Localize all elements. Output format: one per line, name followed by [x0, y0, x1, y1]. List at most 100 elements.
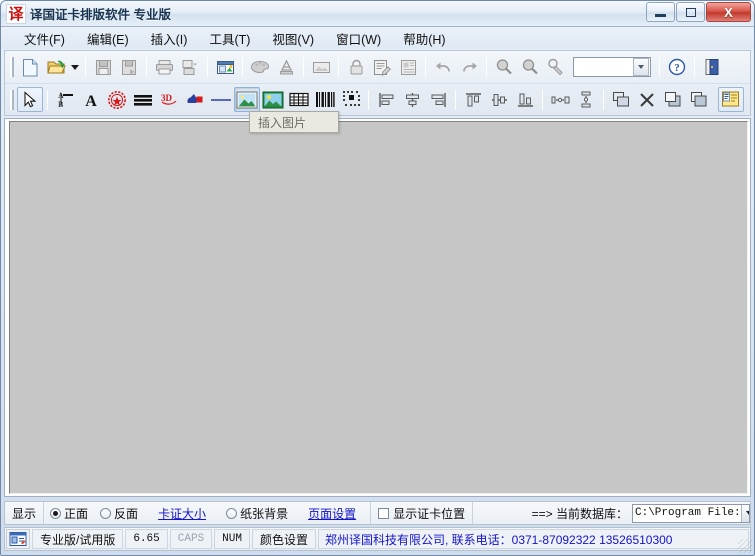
print-preview-button[interactable] — [177, 55, 203, 80]
tool-table[interactable] — [286, 87, 312, 112]
zoom-out-button[interactable] — [517, 55, 543, 80]
align-center[interactable] — [399, 87, 425, 112]
distribute-vertical[interactable] — [573, 87, 599, 112]
help-button[interactable]: ? — [664, 55, 690, 80]
align-left[interactable] — [373, 87, 399, 112]
back-radio[interactable]: 反面 — [94, 505, 144, 522]
tool-qrcode[interactable] — [338, 87, 364, 112]
select-arrow-icon — [23, 91, 37, 109]
window-title: 译国证卡排版软件 专业版 — [30, 4, 171, 23]
tool-text[interactable]: A — [78, 87, 104, 112]
undo-icon — [434, 61, 453, 74]
status-bar: 专业版/试用版 6.65 CAPS NUM 颜色设置 郑州译国科技有限公司, 联… — [4, 527, 751, 551]
tool-barcode[interactable] — [312, 87, 338, 112]
zoom-tool-icon — [547, 58, 565, 76]
image-export-button[interactable] — [308, 55, 334, 80]
toolbar-grip[interactable] — [10, 57, 14, 77]
minimize-icon — [655, 14, 666, 17]
status-edition: 专业版/试用版 — [32, 529, 123, 549]
menu-view[interactable]: 视图(V) — [261, 27, 325, 50]
three-d-icon: 3D — [159, 91, 179, 109]
redo-button[interactable] — [456, 55, 482, 80]
page-setup-link[interactable]: 页面设置 — [308, 505, 356, 522]
qrcode-icon — [342, 90, 361, 109]
menu-file[interactable]: 文件(F) — [13, 27, 76, 50]
align-middle-icon — [491, 92, 508, 108]
toolbar-grip[interactable] — [10, 90, 14, 110]
toolbar-separator — [659, 57, 660, 77]
toolbar-separator — [455, 90, 456, 110]
palette-button[interactable] — [247, 55, 273, 80]
print-preview-icon — [181, 59, 199, 76]
tool-lines[interactable] — [130, 87, 156, 112]
resize-grip[interactable] — [738, 539, 752, 553]
maximize-icon — [686, 8, 696, 17]
menu-window[interactable]: 窗口(W) — [325, 27, 392, 50]
exit-button[interactable] — [699, 55, 725, 80]
maximize-button[interactable] — [676, 2, 705, 22]
chevron-down-icon — [638, 65, 644, 69]
tool-select[interactable] — [17, 87, 43, 112]
new-document-button[interactable] — [17, 55, 43, 80]
delete-object[interactable] — [634, 87, 660, 112]
card-size-link[interactable]: 卡证大小 — [158, 505, 206, 522]
tool-line[interactable] — [208, 87, 234, 112]
status-color-settings[interactable]: 颜色设置 — [252, 529, 316, 549]
zoom-combo-arrow[interactable] — [633, 58, 649, 76]
tool-photo[interactable] — [260, 87, 286, 112]
open-folder-button[interactable] — [43, 55, 69, 80]
delete-x-icon — [639, 92, 655, 108]
template-button[interactable] — [395, 55, 421, 80]
photo-icon — [262, 91, 284, 109]
align-right[interactable] — [425, 87, 451, 112]
save-button[interactable] — [90, 55, 116, 80]
distribute-horizontal[interactable] — [547, 87, 573, 112]
zoom-in-button[interactable] — [491, 55, 517, 80]
menu-edit[interactable]: 编辑(E) — [76, 27, 140, 50]
tool-3d-text[interactable]: 3D — [156, 87, 182, 112]
save-as-button[interactable] — [116, 55, 142, 80]
image-export-icon — [312, 60, 331, 75]
database-button[interactable] — [212, 55, 238, 80]
group-objects[interactable] — [608, 87, 634, 112]
menu-help[interactable]: 帮助(H) — [392, 27, 456, 50]
status-version: 6.65 — [125, 529, 167, 549]
print-button[interactable] — [151, 55, 177, 80]
zoom-level-combo[interactable] — [573, 57, 651, 77]
paper-background-radio[interactable]: 纸张背景 — [220, 505, 294, 522]
align-bottom[interactable] — [512, 87, 538, 112]
text-letter-icon: A — [83, 91, 99, 109]
edit-record-button[interactable] — [369, 55, 395, 80]
align-top[interactable] — [460, 87, 486, 112]
database-combo-arrow[interactable] — [741, 505, 750, 522]
align-middle[interactable] — [486, 87, 512, 112]
align-bottom-icon — [517, 92, 534, 108]
tool-seal[interactable] — [104, 87, 130, 112]
bring-to-front[interactable] — [660, 87, 686, 112]
tool-insert-picture[interactable] — [234, 87, 260, 112]
front-radio-label: 正面 — [64, 505, 88, 522]
tool-text-field[interactable]: A B — [52, 87, 78, 112]
current-database-label: ==> 当前数据库： — [532, 505, 628, 522]
status-app-icon — [6, 529, 30, 549]
open-dropdown-button[interactable] — [69, 55, 81, 80]
dropdown-caret-icon — [71, 65, 79, 70]
font-color-button[interactable] — [273, 55, 299, 80]
zoom-tool-button[interactable] — [543, 55, 569, 80]
send-to-back[interactable] — [686, 87, 712, 112]
tool-shape[interactable] — [182, 87, 208, 112]
close-button[interactable]: X — [706, 2, 751, 22]
barcode-icon — [315, 91, 335, 108]
menu-tools[interactable]: 工具(T) — [198, 27, 261, 50]
menu-insert[interactable]: 插入(I) — [140, 27, 199, 50]
current-database-combo[interactable]: C:\Program File: — [632, 504, 750, 523]
toolbar-separator — [85, 57, 86, 77]
object-properties[interactable] — [718, 87, 744, 112]
lock-button[interactable] — [343, 55, 369, 80]
show-card-position-checkbox[interactable]: 显示证卡位置 — [370, 502, 473, 524]
design-canvas[interactable] — [9, 121, 748, 494]
minimize-button[interactable] — [646, 2, 675, 22]
front-radio[interactable]: 正面 — [44, 505, 94, 522]
undo-button[interactable] — [430, 55, 456, 80]
display-label: 显示 — [5, 502, 44, 524]
